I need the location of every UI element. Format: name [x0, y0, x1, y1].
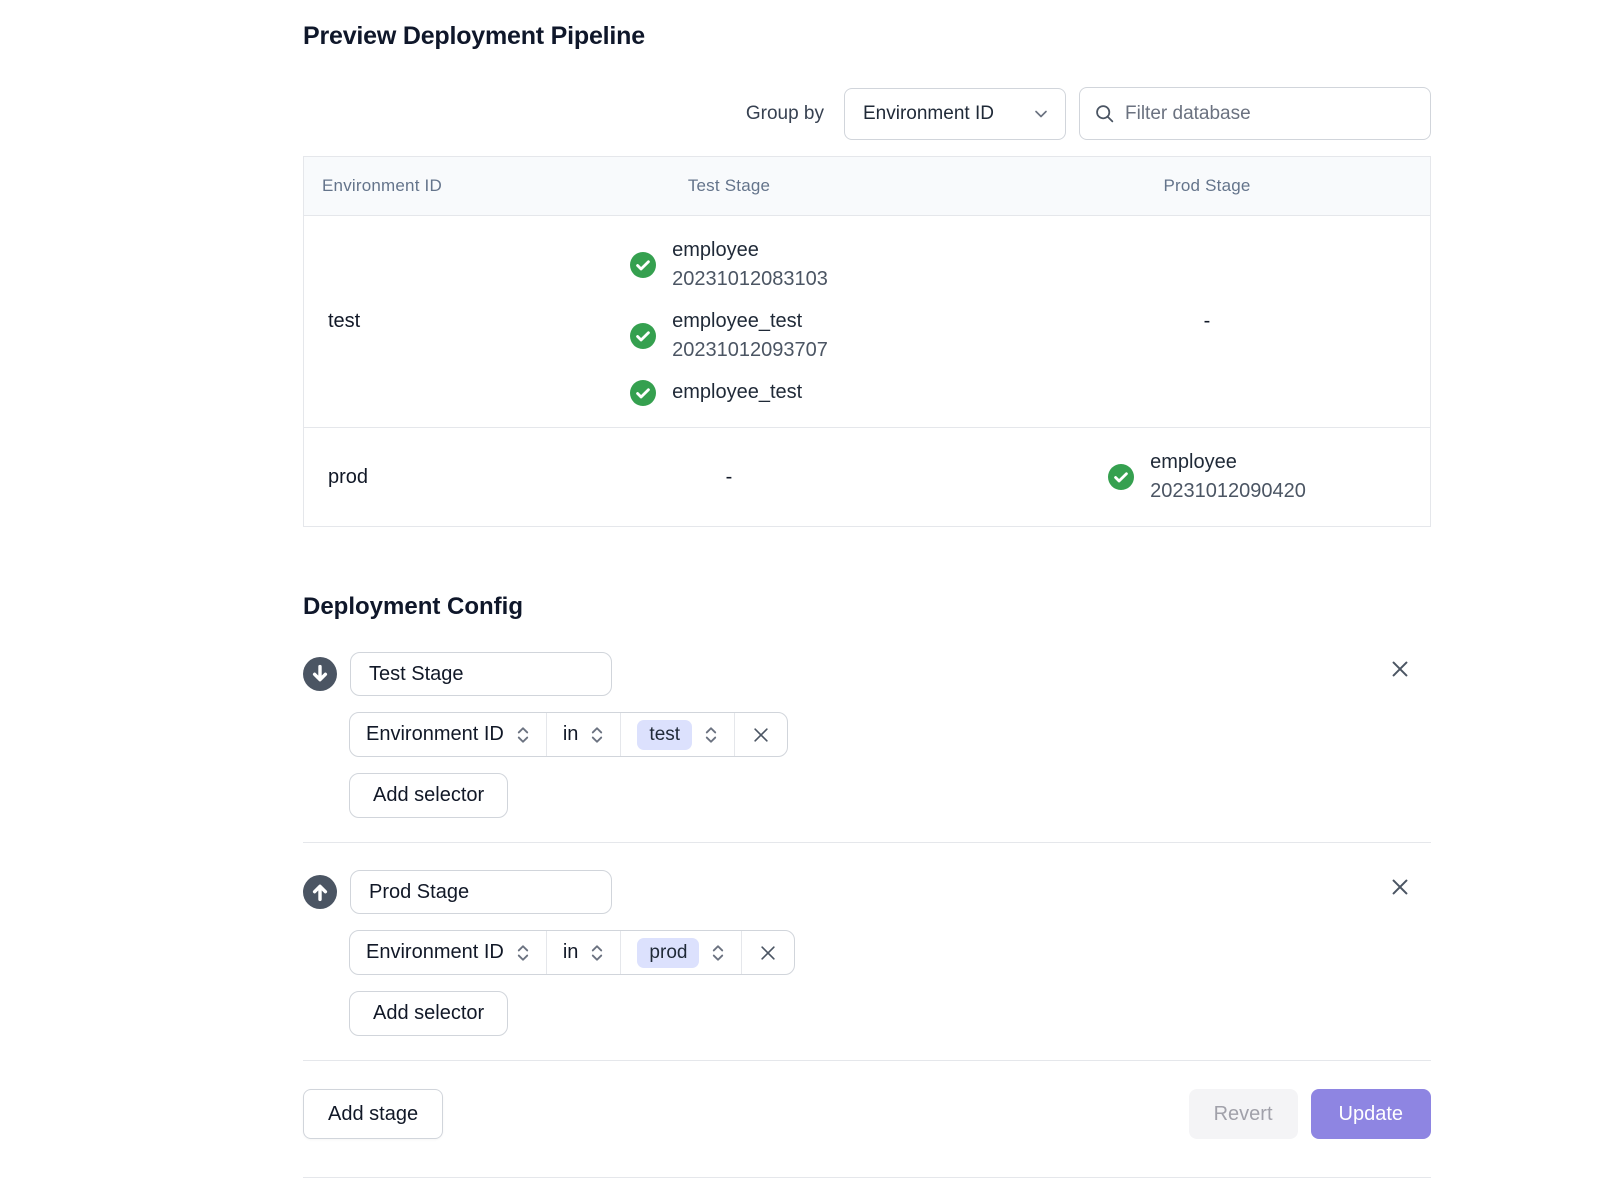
updown-chevron-icon — [711, 942, 725, 964]
main-content: Preview Deployment Pipeline Group by Env… — [303, 0, 1431, 1178]
column-header-prod-stage: Prod Stage — [984, 176, 1430, 196]
stage-title-input[interactable] — [350, 870, 612, 914]
environment-name: prod — [304, 466, 474, 489]
check-circle-icon — [630, 380, 656, 406]
arrow-up-circle-icon — [303, 875, 337, 909]
update-button[interactable]: Update — [1311, 1089, 1432, 1139]
revert-button[interactable]: Revert — [1189, 1089, 1298, 1139]
deployment-entry: employee_test — [630, 378, 828, 407]
remove-selector-button[interactable] — [741, 931, 794, 974]
test-stage-deployments: employee 20231012083103 employee_test 20… — [630, 216, 828, 427]
column-header-environment-id: Environment ID — [304, 176, 474, 196]
updown-chevron-icon — [516, 724, 530, 746]
add-selector-button[interactable]: Add selector — [349, 991, 508, 1036]
selector-value-tag: test — [637, 720, 692, 750]
selector-value-tag: prod — [637, 938, 699, 968]
group-by-label: Group by — [746, 103, 824, 125]
add-selector-button[interactable]: Add selector — [349, 773, 508, 818]
check-circle-icon — [1108, 464, 1134, 490]
database-name: employee — [672, 236, 828, 265]
deployment-entry: employee 20231012083103 — [630, 236, 828, 294]
deployment-entry: employee 20231012090420 — [1108, 448, 1306, 506]
check-circle-icon — [630, 323, 656, 349]
prod-stage-deployments: employee 20231012090420 — [1108, 428, 1306, 526]
test-stage-empty: - — [474, 466, 984, 489]
group-by-select[interactable]: Environment ID — [844, 88, 1066, 140]
selector-value-select[interactable]: test — [620, 713, 734, 756]
database-version: 20231012083103 — [672, 265, 828, 294]
updown-chevron-icon — [590, 724, 604, 746]
close-icon — [1389, 876, 1411, 898]
table-row: prod - employee 20231012090420 — [304, 428, 1430, 526]
table-row: test employee 20231012083103 — [304, 216, 1430, 428]
selector-operator-select[interactable]: in — [546, 931, 621, 974]
stage-title-input[interactable] — [350, 652, 612, 696]
pipeline-controls: Group by Environment ID — [303, 87, 1431, 140]
selector-row: Environment ID in prod — [349, 930, 795, 975]
bottom-divider — [303, 1177, 1431, 1178]
selector-value-select[interactable]: prod — [620, 931, 741, 974]
group-by-value: Environment ID — [863, 103, 994, 125]
page-title: Preview Deployment Pipeline — [303, 0, 1431, 51]
environment-name: test — [304, 310, 474, 333]
close-icon — [758, 943, 778, 963]
updown-chevron-icon — [704, 724, 718, 746]
updown-chevron-icon — [516, 942, 530, 964]
chevron-down-icon — [1031, 104, 1051, 124]
selector-row: Environment ID in test — [349, 712, 788, 757]
selector-key-select[interactable]: Environment ID — [350, 931, 546, 974]
arrow-down-circle-icon — [303, 657, 337, 691]
database-name: employee_test — [672, 378, 802, 407]
prod-stage-empty: - — [984, 310, 1430, 333]
selector-key-select[interactable]: Environment ID — [350, 713, 546, 756]
deployment-config-title: Deployment Config — [303, 593, 1431, 621]
table-header: Environment ID Test Stage Prod Stage — [304, 157, 1430, 216]
selector-operator-select[interactable]: in — [546, 713, 621, 756]
stage-config-prod: Environment ID in prod Add selector — [303, 843, 1431, 1061]
add-stage-button[interactable]: Add stage — [303, 1089, 443, 1139]
filter-database-input[interactable] — [1125, 103, 1416, 125]
remove-stage-button[interactable] — [1388, 875, 1412, 899]
page: Preview Deployment Pipeline Group by Env… — [0, 0, 1600, 1200]
remove-selector-button[interactable] — [734, 713, 787, 756]
database-version: 20231012093707 — [672, 336, 828, 365]
check-circle-icon — [630, 252, 656, 278]
remove-stage-button[interactable] — [1388, 657, 1412, 681]
search-icon — [1094, 103, 1115, 124]
filter-database-box — [1079, 87, 1431, 140]
deployment-entry: employee_test 20231012093707 — [630, 307, 828, 365]
column-header-test-stage: Test Stage — [474, 176, 984, 196]
stage-config-test: Environment ID in test Add selector — [303, 652, 1431, 843]
database-name: employee_test — [672, 307, 828, 336]
pipeline-table: Environment ID Test Stage Prod Stage tes… — [303, 156, 1431, 527]
close-icon — [751, 725, 771, 745]
database-name: employee — [1150, 448, 1306, 477]
close-icon — [1389, 658, 1411, 680]
database-version: 20231012090420 — [1150, 477, 1306, 506]
updown-chevron-icon — [590, 942, 604, 964]
footer-actions: Add stage Revert Update — [303, 1089, 1431, 1139]
